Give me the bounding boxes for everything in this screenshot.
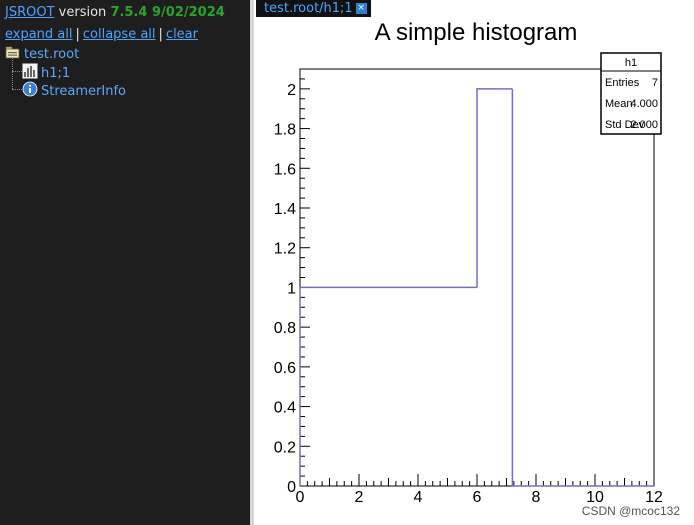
y-tick-label: 1.8 bbox=[274, 122, 296, 139]
y-tick-label: 0.8 bbox=[274, 320, 296, 337]
version-label: version bbox=[58, 5, 107, 20]
y-tick-label: 0.6 bbox=[274, 360, 296, 377]
histogram-plot[interactable]: A simple histogram 0 0.2 0.4 0.6 0.8 1 1.2 1.4 1… bbox=[254, 17, 694, 525]
expand-all-link[interactable]: expand all bbox=[5, 27, 73, 42]
chart-title: A simple histogram bbox=[375, 19, 578, 46]
close-icon[interactable]: × bbox=[355, 3, 367, 14]
tree-connector bbox=[12, 71, 22, 72]
y-axis: 00.20.40.60.811.21.41.61.82 bbox=[274, 68, 310, 496]
histogram-icon bbox=[22, 63, 38, 83]
tree-item-root-file[interactable]: test.root bbox=[5, 44, 79, 64]
histogram-bin bbox=[476, 88, 513, 288]
stats-value: 2.000 bbox=[630, 119, 658, 131]
y-tick-label: 0.4 bbox=[274, 400, 296, 417]
header-line: JSROOT version 7.5.4 9/02/2024 bbox=[5, 5, 225, 20]
browser-panel: JSROOT version 7.5.4 9/02/2024 expand al… bbox=[0, 0, 250, 525]
x-tick-label: 4 bbox=[414, 489, 423, 506]
histogram-bins bbox=[299, 88, 654, 487]
tab-strip: test.root/h1;1 × bbox=[254, 0, 694, 17]
x-axis: 0 2 4 6 8 10 12 bbox=[296, 474, 663, 506]
clear-link[interactable]: clear bbox=[166, 27, 198, 42]
collapse-all-link[interactable]: collapse all bbox=[83, 27, 156, 42]
tree-item-streamerinfo[interactable]: StreamerInfo bbox=[22, 81, 126, 101]
separator: | bbox=[158, 27, 163, 42]
histogram-bin bbox=[299, 286, 477, 486]
stats-name: h1 bbox=[625, 57, 637, 69]
y-tick-label: 2 bbox=[287, 82, 296, 99]
y-tick-label: 1 bbox=[287, 280, 296, 297]
tree-item-label: h1;1 bbox=[41, 65, 71, 81]
tree-connector bbox=[12, 89, 22, 90]
stats-value: 7 bbox=[652, 77, 658, 89]
tree-item-label: test.root bbox=[24, 46, 80, 62]
tree-item-label: StreamerInfo bbox=[41, 83, 126, 99]
tree-actions: expand all | collapse all | clear bbox=[5, 27, 198, 42]
tab-h1[interactable]: test.root/h1;1 × bbox=[260, 0, 371, 17]
x-tick-label: 6 bbox=[473, 489, 482, 506]
y-tick-label: 0.2 bbox=[274, 439, 296, 456]
stats-label: Mean bbox=[605, 98, 633, 110]
stats-label: Entries bbox=[605, 77, 640, 89]
watermark: CSDN @mcoc132 bbox=[581, 504, 680, 518]
folder-icon bbox=[5, 44, 21, 64]
x-tick-label: 0 bbox=[296, 489, 305, 506]
stats-box[interactable]: h1Entries 7Mean4.000Std Dev2.000 bbox=[600, 52, 662, 135]
histogram-canvas[interactable]: A simple histogram 0 0.2 0.4 0.6 0.8 1 1.2 1.4 1… bbox=[254, 17, 694, 525]
version-number: 7.5.4 9/02/2024 bbox=[110, 5, 225, 20]
separator: | bbox=[75, 27, 80, 42]
y-tick-label: 1.2 bbox=[274, 241, 296, 258]
histogram-bin bbox=[511, 88, 654, 487]
tree-item-h1[interactable]: h1;1 bbox=[22, 63, 70, 83]
y-tick-label: 1.4 bbox=[274, 201, 296, 218]
y-tick-label: 1.6 bbox=[274, 161, 296, 178]
x-tick-label: 8 bbox=[532, 489, 541, 506]
info-icon bbox=[22, 81, 38, 101]
tab-label: test.root/h1;1 bbox=[264, 1, 353, 16]
x-tick-label: 2 bbox=[355, 489, 364, 506]
jsroot-link[interactable]: JSROOT bbox=[5, 5, 55, 20]
stats-value: 4.000 bbox=[630, 98, 658, 110]
